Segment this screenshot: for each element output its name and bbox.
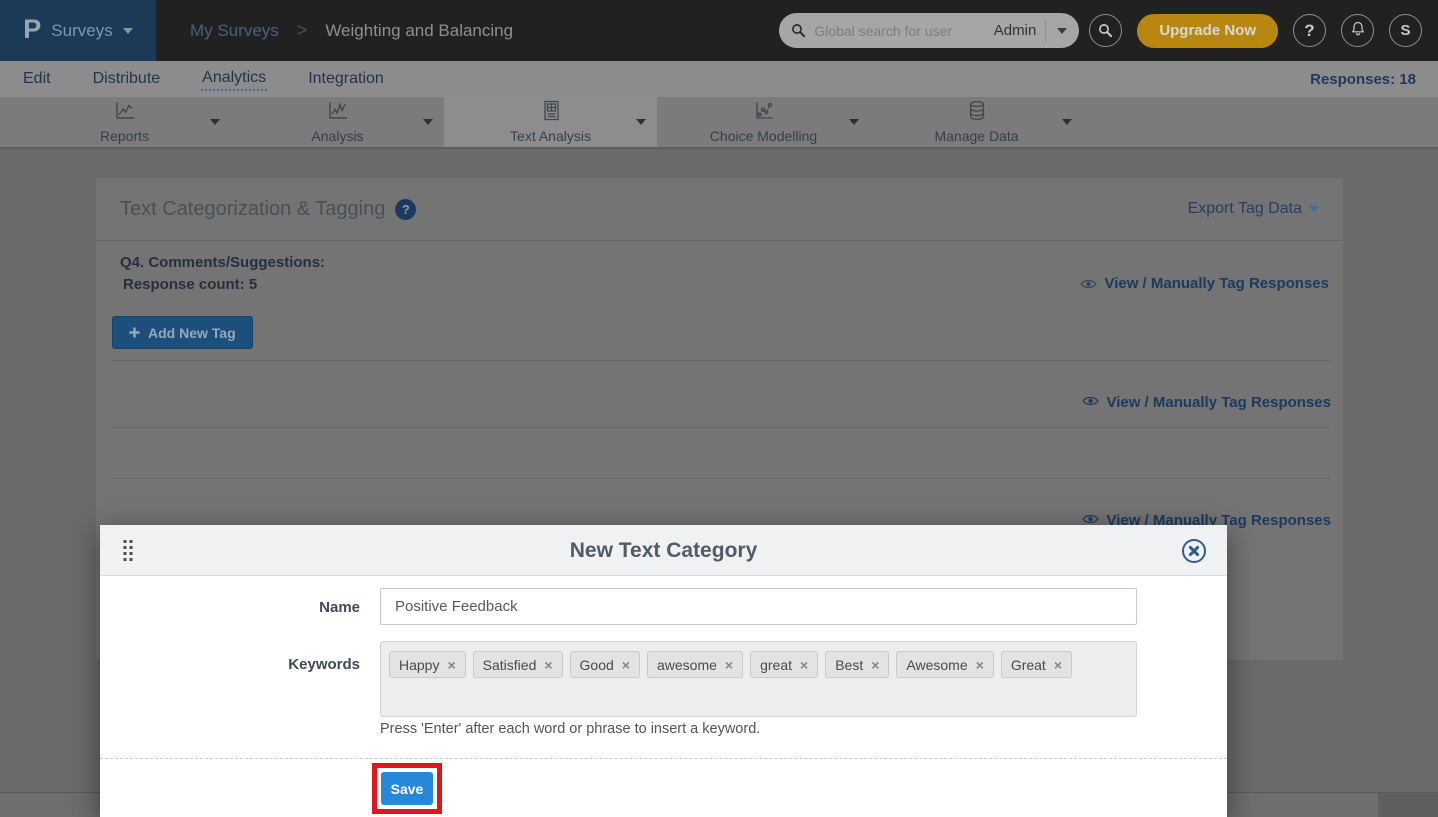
- divider: [96, 240, 1343, 241]
- keyword-chip: great×: [750, 651, 818, 678]
- footer-corner-widget: [1378, 793, 1438, 817]
- toolbar-item-analysis[interactable]: Analysis: [231, 97, 444, 147]
- survey-nav: Edit Distribute Analytics Integration Re…: [0, 61, 1438, 97]
- name-label: Name: [100, 599, 360, 616]
- modal-title: New Text Category: [100, 525, 1227, 576]
- remove-keyword-icon[interactable]: ×: [1054, 658, 1062, 672]
- tab-analytics[interactable]: Analytics: [201, 67, 267, 91]
- card-header: Text Categorization & Tagging ? Export T…: [96, 178, 1343, 240]
- remove-keyword-icon[interactable]: ×: [447, 658, 455, 672]
- bell-icon: [1350, 20, 1366, 42]
- search-scope-value: Admin: [994, 22, 1037, 39]
- tab-edit[interactable]: Edit: [22, 68, 52, 90]
- keyword-chip: Great×: [1001, 651, 1072, 678]
- chevron-down-icon: [1309, 206, 1319, 212]
- analytics-toolbar: Reports Analysis Text Analysis Choice Mo…: [0, 97, 1438, 149]
- page-content: Text Categorization & Tagging ? Export T…: [0, 149, 1438, 817]
- toolbar-item-choice-modelling[interactable]: Choice Modelling: [657, 97, 870, 147]
- page-title: Text Categorization & Tagging: [120, 198, 385, 221]
- annotation-highlight-box: Save: [372, 763, 442, 814]
- keyword-chip: Satisfied×: [473, 651, 563, 678]
- scatter-chart-icon: [752, 101, 776, 126]
- header-actions: Admin Upgrade Now ? S: [779, 13, 1438, 48]
- line-chart-icon: [113, 101, 137, 126]
- keyword-chip: Best×: [825, 651, 889, 678]
- chevron-down-icon[interactable]: [636, 119, 646, 125]
- add-new-tag-button[interactable]: Add New Tag: [112, 316, 253, 349]
- notifications-button[interactable]: [1341, 14, 1374, 47]
- drag-handle-icon[interactable]: [122, 539, 134, 568]
- keywords-input-area[interactable]: Happy× Satisfied× Good× awesome× great× …: [380, 641, 1137, 717]
- remove-keyword-icon[interactable]: ×: [871, 658, 879, 672]
- toolbar-item-text-analysis[interactable]: Text Analysis: [444, 97, 657, 147]
- export-tag-data-dropdown[interactable]: Export Tag Data: [1188, 200, 1319, 218]
- breadcrumb-current-survey: Weighting and Balancing: [325, 21, 513, 41]
- search-scope-dropdown[interactable]: [1057, 28, 1067, 34]
- breadcrumb: My Surveys > Weighting and Balancing: [190, 20, 513, 41]
- proprofs-logo: P: [23, 14, 41, 45]
- plus-icon: [129, 325, 140, 341]
- app-menu-label: Surveys: [51, 21, 112, 41]
- breadcrumb-separator: >: [297, 20, 308, 41]
- divider: [112, 427, 1331, 428]
- keyword-chip: Happy×: [389, 651, 466, 678]
- upgrade-now-button[interactable]: Upgrade Now: [1137, 14, 1278, 48]
- category-name-input[interactable]: [380, 588, 1137, 625]
- chevron-down-icon[interactable]: [849, 119, 859, 125]
- tab-integration[interactable]: Integration: [307, 68, 385, 90]
- search-icon: [791, 23, 806, 38]
- new-text-category-modal: New Text Category Name Keywords Happy× S…: [100, 525, 1227, 817]
- keyword-chip: Awesome×: [896, 651, 993, 678]
- keywords-helper-text: Press 'Enter' after each word or phrase …: [380, 721, 760, 737]
- keyword-chip: awesome×: [647, 651, 743, 678]
- modal-header: New Text Category: [100, 525, 1227, 576]
- report-document-icon: [540, 100, 562, 126]
- eye-icon: [1080, 278, 1097, 290]
- divider: [100, 758, 1227, 759]
- keyword-chip: Good×: [570, 651, 640, 678]
- save-button[interactable]: Save: [381, 772, 433, 805]
- database-icon: [966, 100, 988, 126]
- responses-count: Responses: 18: [1310, 71, 1416, 88]
- chevron-down-icon[interactable]: [423, 119, 433, 125]
- divider: [1045, 20, 1046, 42]
- remove-keyword-icon[interactable]: ×: [544, 658, 552, 672]
- help-button[interactable]: ?: [1293, 14, 1326, 47]
- chevron-down-icon[interactable]: [1062, 119, 1072, 125]
- keywords-label: Keywords: [100, 656, 360, 673]
- help-icon[interactable]: ?: [395, 199, 416, 220]
- toolbar-item-manage-data[interactable]: Manage Data: [870, 97, 1083, 147]
- remove-keyword-icon[interactable]: ×: [725, 658, 733, 672]
- divider: [112, 360, 1331, 361]
- close-icon[interactable]: [1181, 538, 1207, 564]
- search-button[interactable]: [1089, 14, 1122, 47]
- divider: [112, 478, 1331, 479]
- question-label: Q4. Comments/Suggestions:: [120, 254, 325, 271]
- eye-icon: [1082, 394, 1099, 411]
- toolbar-item-reports[interactable]: Reports: [18, 97, 231, 147]
- chevron-down-icon[interactable]: [210, 119, 220, 125]
- global-search-input[interactable]: [814, 23, 993, 39]
- response-count: Response count: 5: [123, 276, 257, 293]
- user-avatar[interactable]: S: [1389, 14, 1422, 47]
- tab-distribute[interactable]: Distribute: [92, 68, 162, 90]
- breadcrumb-my-surveys[interactable]: My Surveys: [190, 21, 279, 41]
- trend-chart-icon: [326, 101, 350, 126]
- remove-keyword-icon[interactable]: ×: [622, 658, 630, 672]
- surveys-app-menu[interactable]: P Surveys: [0, 0, 156, 61]
- remove-keyword-icon[interactable]: ×: [800, 658, 808, 672]
- chevron-down-icon: [123, 28, 133, 34]
- view-manually-tag-link[interactable]: View / Manually Tag Responses: [1082, 394, 1331, 411]
- global-search: Admin: [779, 13, 1079, 48]
- view-manually-tag-link[interactable]: View / Manually Tag Responses: [1080, 275, 1329, 292]
- remove-keyword-icon[interactable]: ×: [976, 658, 984, 672]
- app-header: P Surveys My Surveys > Weighting and Bal…: [0, 0, 1438, 61]
